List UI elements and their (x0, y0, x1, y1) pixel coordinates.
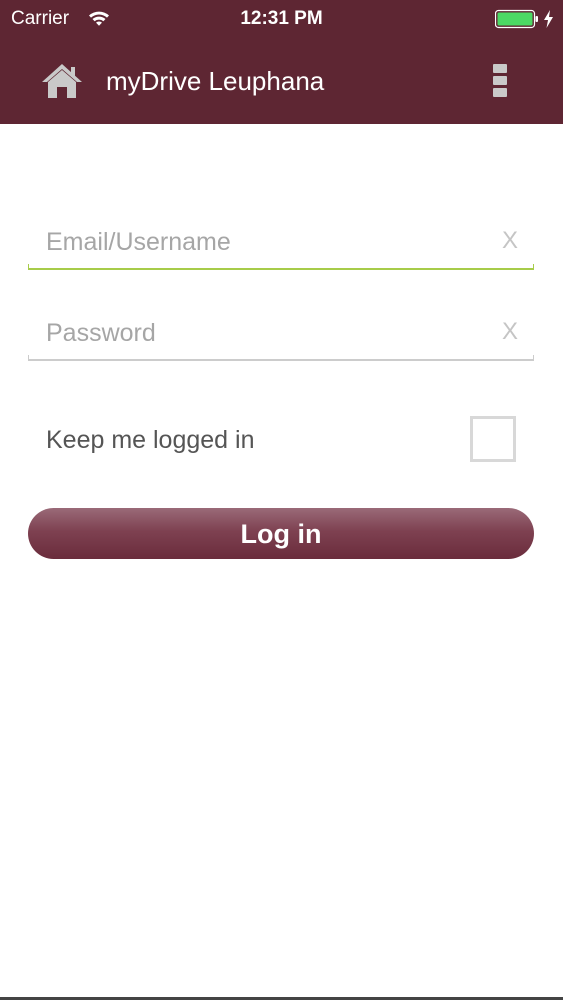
home-icon[interactable] (40, 62, 84, 100)
top-bar: Carrier 12:31 PM myDrive Leuphana (0, 0, 563, 124)
email-field-container: X (28, 220, 534, 270)
more-vertical-icon[interactable] (493, 64, 509, 100)
password-underline (28, 355, 534, 361)
app-title: myDrive Leuphana (106, 66, 325, 96)
password-input[interactable] (28, 311, 506, 355)
email-input[interactable] (28, 220, 506, 264)
keep-logged-in-checkbox[interactable] (470, 416, 516, 462)
clear-email-button[interactable]: X (502, 226, 518, 256)
status-time: 12:31 PM (240, 8, 323, 29)
menu-dot (493, 64, 507, 73)
status-bar: Carrier 12:31 PM (0, 0, 563, 40)
password-field-container: X (28, 311, 534, 361)
menu-dot (493, 88, 507, 97)
charging-bolt-icon (544, 10, 553, 28)
menu-dot (493, 76, 507, 85)
email-underline (28, 264, 534, 270)
battery-icon (495, 9, 538, 29)
nav-bar: myDrive Leuphana (0, 40, 563, 124)
login-button[interactable]: Log in (28, 508, 534, 559)
clear-password-button[interactable]: X (502, 317, 518, 347)
keep-logged-in-label: Keep me logged in (46, 426, 255, 454)
